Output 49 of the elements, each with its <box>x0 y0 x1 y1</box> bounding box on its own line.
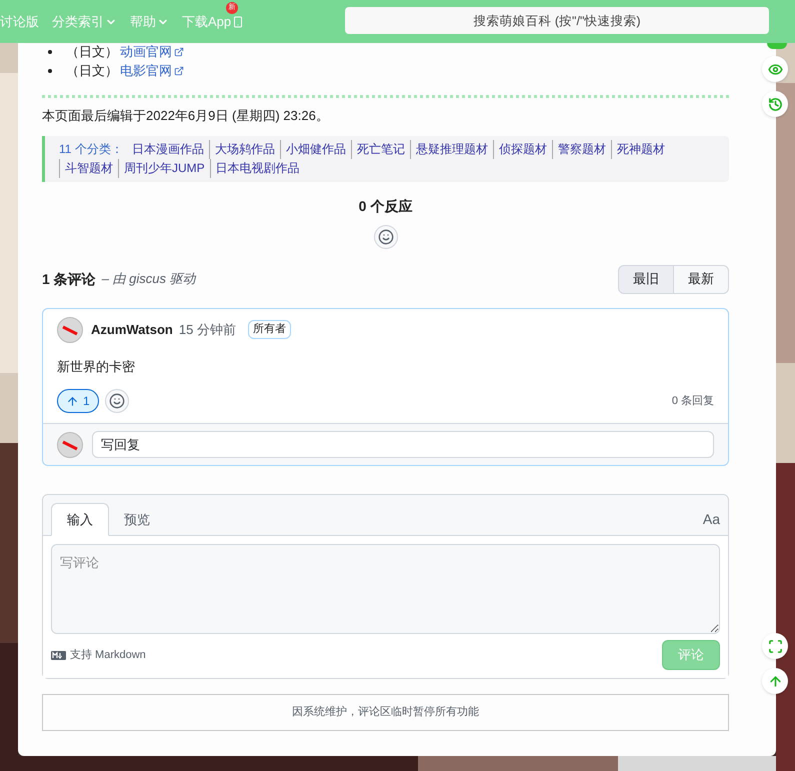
markdown-note: 支持 Markdown <box>70 648 146 663</box>
category-link[interactable]: 死神题材 <box>610 140 670 158</box>
category-link[interactable]: 大场鸫作品 <box>208 140 280 158</box>
reactions-title: 0 个反应 <box>358 196 412 216</box>
category-link[interactable]: 死亡笔记 <box>350 140 410 158</box>
link-prefix: （日文） <box>66 62 118 80</box>
editor-tab[interactable]: 预览 <box>109 503 165 536</box>
reply-field[interactable]: 写回复 <box>92 431 714 458</box>
sort-button[interactable]: 最新 <box>674 264 729 294</box>
link-prefix: （日文） <box>66 42 118 61</box>
external-link-icon <box>174 66 184 76</box>
avatar <box>57 316 83 342</box>
smile-icon <box>108 393 125 409</box>
powered-by-text: – 由 giscus 驱动 <box>102 270 196 288</box>
category-link[interactable]: 悬疑推理题材 <box>410 140 493 158</box>
category-link[interactable]: 小畑健作品 <box>280 140 351 158</box>
notice-text: 因系统维护，评论区临时暂停所有功能 <box>292 704 479 720</box>
external-link-icon <box>174 46 184 56</box>
add-reaction-button[interactable] <box>374 224 398 248</box>
markdown-icon <box>51 650 66 660</box>
font-toggle-button[interactable]: Aa <box>702 508 720 530</box>
arrow-up-icon <box>66 394 79 408</box>
last-edited-text: 本页面最后编辑于2022年6月9日 (星期四) 23:26。 <box>42 107 330 125</box>
category-link[interactable]: 日本电视剧作品 <box>210 158 305 178</box>
comment-body: 新世界的卡密 <box>57 358 136 376</box>
editor-tab[interactable]: 输入 <box>51 503 109 536</box>
external-link[interactable]: 电影官网 <box>120 60 172 80</box>
smile-icon <box>378 228 394 244</box>
sort-button[interactable]: 最旧 <box>618 264 674 294</box>
external-link[interactable]: 动画官网 <box>120 42 172 62</box>
category-link[interactable]: 斗智题材 <box>59 158 118 178</box>
upvote-button[interactable]: 1 <box>57 389 99 413</box>
avatar <box>57 432 83 458</box>
owner-badge: 所有者 <box>248 320 291 339</box>
bullet-icon <box>48 68 52 72</box>
comment-count: 1 条评论 <box>42 270 96 288</box>
category-link[interactable]: 警察题材 <box>552 140 611 158</box>
category-link[interactable]: 日本漫画作品 <box>126 140 209 158</box>
comment-author[interactable]: AzumWatson <box>91 320 173 340</box>
phone-icon <box>232 16 244 28</box>
reply-count: 0 条回复 <box>672 394 714 409</box>
category-label: 11 个分类： <box>59 140 123 158</box>
add-reaction-button[interactable] <box>104 389 129 413</box>
category-link[interactable]: 侦探题材 <box>492 140 552 158</box>
category-link[interactable]: 周刊少年JUMP <box>118 158 210 178</box>
search-field[interactable]: 搜索萌娘百科 (按"/"快速搜索) <box>345 7 769 34</box>
comment-time: 15 分钟前 <box>178 320 236 339</box>
bullet-icon <box>48 50 52 54</box>
comment-field[interactable]: 写评论 <box>51 544 720 634</box>
